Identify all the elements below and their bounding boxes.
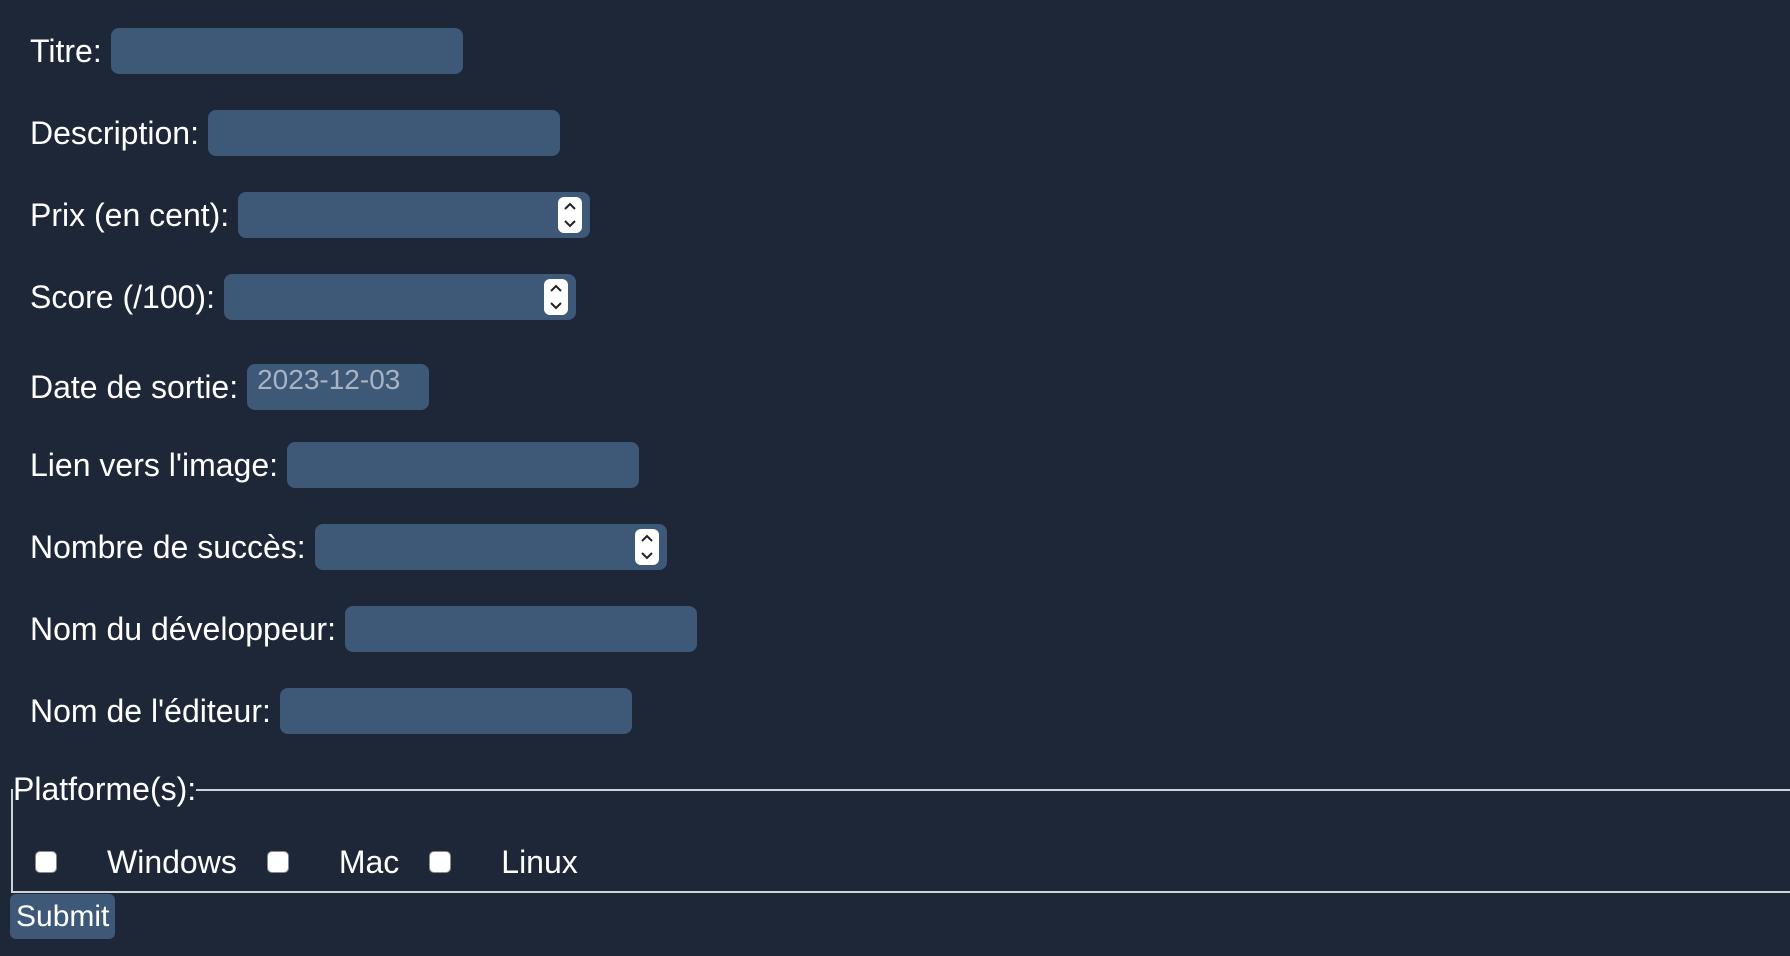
platforms-options: Windows Mac Linux (35, 842, 608, 882)
image-link-row: Lien vers l'image: (30, 442, 639, 488)
chevron-down-icon[interactable] (635, 547, 659, 564)
publisher-label: Nom de l'éditeur: (30, 692, 271, 729)
score-row: Score (/100): (30, 274, 576, 320)
chevron-down-icon[interactable] (544, 297, 568, 314)
description-row: Description: (30, 110, 560, 156)
developer-input-field[interactable] (344, 606, 697, 652)
developer-label: Nom du développeur: (30, 610, 336, 647)
platforms-fieldset: Platforme(s): Windows Mac Linux (11, 771, 1790, 893)
achievements-spinner[interactable] (634, 529, 659, 565)
image-link-label: Lien vers l'image: (30, 446, 278, 483)
game-form: Titre: Description: Prix (en cent): Scor… (0, 0, 1790, 956)
release-date-input[interactable]: 2023-12-03 (247, 364, 430, 410)
title-input[interactable] (110, 28, 463, 74)
publisher-row: Nom de l'éditeur: (30, 688, 632, 734)
score-input[interactable] (223, 274, 576, 320)
image-link-input-field[interactable] (287, 442, 639, 488)
developer-row: Nom du développeur: (30, 606, 697, 652)
mac-checkbox[interactable] (266, 851, 289, 873)
score-spinner[interactable] (543, 279, 568, 315)
windows-checkbox[interactable] (35, 851, 57, 873)
price-input-field[interactable] (238, 192, 591, 238)
linux-label: Linux (501, 843, 578, 880)
publisher-input[interactable] (279, 688, 632, 734)
title-input-field[interactable] (110, 28, 463, 74)
price-row: Prix (en cent): (30, 192, 591, 238)
publisher-input-field[interactable] (279, 688, 632, 734)
submit-button[interactable]: Submit (10, 894, 116, 939)
linux-checkbox[interactable] (429, 851, 452, 873)
windows-label: Windows (107, 843, 237, 880)
mac-label: Mac (338, 843, 400, 880)
price-label: Prix (en cent): (30, 196, 230, 233)
release-date-row: Date de sortie: 2023-12-03 (30, 364, 430, 410)
score-input-field[interactable] (223, 274, 576, 320)
price-input[interactable] (238, 192, 591, 238)
achievements-row: Nombre de succès: (30, 524, 667, 570)
price-spinner[interactable] (558, 197, 583, 233)
chevron-up-icon[interactable] (558, 198, 582, 215)
title-label: Titre: (30, 32, 102, 69)
title-row: Titre: (30, 28, 463, 74)
achievements-label: Nombre de succès: (30, 528, 306, 565)
description-label: Description: (30, 114, 199, 151)
chevron-up-icon[interactable] (544, 280, 568, 297)
release-date-label: Date de sortie: (30, 368, 239, 405)
achievements-input-field[interactable] (314, 524, 667, 570)
chevron-down-icon[interactable] (558, 215, 582, 232)
platforms-legend: Platforme(s): (13, 771, 197, 807)
achievements-input[interactable] (314, 524, 667, 570)
description-input-field[interactable] (207, 110, 560, 156)
description-input[interactable] (207, 110, 560, 156)
developer-input[interactable] (344, 606, 697, 652)
score-label: Score (/100): (30, 278, 215, 315)
chevron-up-icon[interactable] (635, 530, 659, 547)
image-link-input[interactable] (287, 442, 639, 488)
